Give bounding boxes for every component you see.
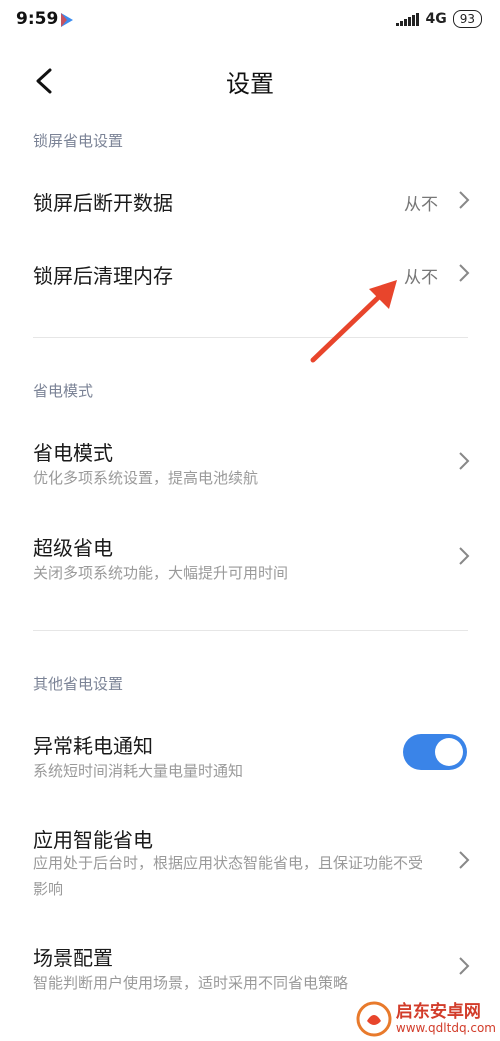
row-title: 超级省电 — [33, 536, 113, 560]
row-subtitle: 优化多项系统设置，提高电池续航 — [33, 469, 259, 487]
setting-row-disconnect-data[interactable]: 锁屏后断开数据 从不 — [0, 170, 500, 230]
app-header: 设置 — [0, 50, 500, 110]
row-subtitle: 应用处于后台时，根据应用状态智能省电，且保证功能不受影响 — [33, 854, 424, 898]
watermark: 启东安卓网 www.qdltdq.com — [356, 1001, 496, 1037]
setting-row-clear-memory[interactable]: 锁屏后清理内存 从不 — [0, 243, 500, 303]
row-title: 省电模式 — [33, 441, 113, 465]
chevron-right-icon — [459, 452, 470, 470]
chevron-right-icon — [459, 191, 470, 209]
row-value: 从不 — [404, 195, 438, 215]
row-subtitle: 智能判断用户使用场景，适时采用不同省电策略 — [33, 974, 349, 992]
section-label-lockscreen: 锁屏省电设置 — [33, 132, 124, 150]
row-title: 场景配置 — [33, 946, 113, 970]
row-title: 应用智能省电 — [33, 828, 153, 852]
page-title: 设置 — [226, 70, 274, 98]
chevron-right-icon — [459, 957, 470, 975]
toggle-knob — [435, 738, 463, 766]
row-title: 异常耗电通知 — [33, 734, 153, 758]
chevron-right-icon — [459, 547, 470, 565]
row-subtitle: 系统短时间消耗大量电量时通知 — [33, 762, 244, 780]
watermark-logo-icon — [356, 1001, 392, 1037]
status-bar: 9:59 4G 93 — [0, 0, 500, 44]
toggle-switch[interactable] — [403, 734, 467, 770]
row-title: 锁屏后断开数据 — [33, 191, 173, 215]
network-type: 4G — [425, 11, 447, 27]
setting-row-super-power-saving[interactable]: 超级省电 关闭多项系统功能，大幅提升可用时间 — [0, 520, 500, 595]
setting-row-scene-config[interactable]: 场景配置 智能判断用户使用场景，适时采用不同省电策略 — [0, 930, 500, 1005]
watermark-url: www.qdltdq.com — [395, 1020, 496, 1035]
annotation-arrow-icon — [310, 280, 397, 363]
chevron-right-icon — [459, 264, 470, 282]
section-label-other: 其他省电设置 — [33, 675, 124, 693]
chevron-right-icon — [459, 851, 470, 869]
battery-icon: 93 — [452, 10, 482, 28]
section-label-power-saving: 省电模式 — [33, 382, 94, 400]
row-subtitle: 关闭多项系统功能，大幅提升可用时间 — [33, 564, 289, 582]
watermark-name: 启东安卓网 — [395, 1002, 481, 1023]
status-time: 9:59 — [16, 9, 59, 29]
setting-row-smart-app-saving[interactable]: 应用智能省电 应用处于后台时，根据应用状态智能省电，且保证功能不受影响 — [0, 812, 500, 912]
divider — [33, 630, 468, 631]
setting-row-power-saving-mode[interactable]: 省电模式 优化多项系统设置，提高电池续航 — [0, 425, 500, 500]
row-title: 锁屏后清理内存 — [33, 264, 173, 288]
setting-row-abnormal-drain-notice: 异常耗电通知 系统短时间消耗大量电量时通知 — [0, 718, 500, 793]
row-value: 从不 — [404, 268, 438, 288]
signal-icon — [396, 12, 420, 26]
play-store-icon — [61, 13, 73, 27]
